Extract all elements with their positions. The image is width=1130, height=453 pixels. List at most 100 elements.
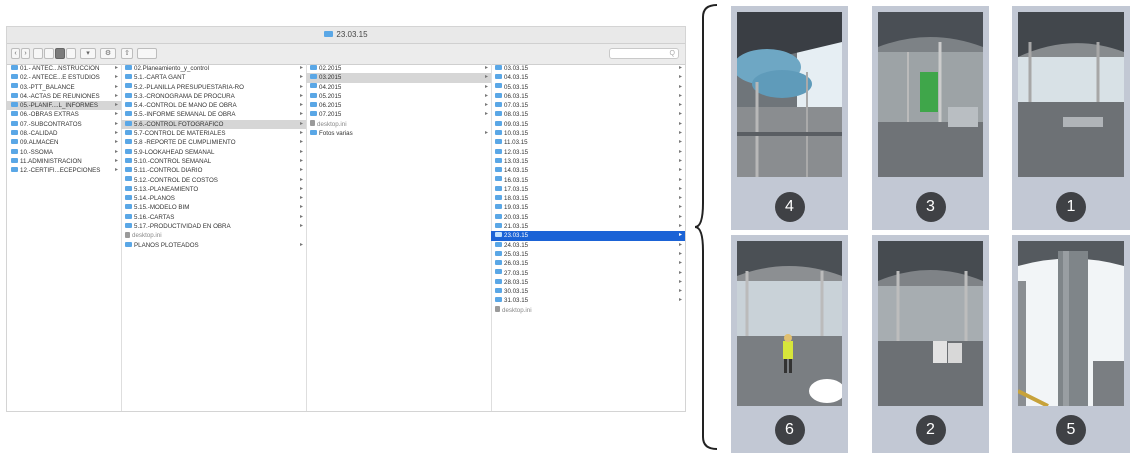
browser-row[interactable]: 02.2015 ▸: [306, 64, 491, 73]
browser-row[interactable]: 12.03.15 ▸: [491, 148, 685, 157]
browser-row[interactable]: 08.03.15 ▸: [491, 110, 685, 119]
browser-row[interactable]: 31.03.15 ▸: [491, 296, 685, 305]
browser-row[interactable]: 5.6.-CONTROL FOTOGRAFICO ▸: [121, 119, 306, 130]
browser-row[interactable]: Fotos varias ▸: [306, 129, 491, 138]
tags-button[interactable]: [137, 48, 157, 59]
browser-row[interactable]: 5.10.-CONTROL SEMANAL ▸: [121, 157, 306, 166]
browser-row-label: 30.03.15: [504, 288, 529, 296]
browser-row[interactable]: 14.03.15 ▸: [491, 166, 685, 175]
browser-row[interactable]: 27.03.15 ▸: [491, 269, 685, 278]
browser-row[interactable]: 03.-PTT_BALANCE ▸: [7, 83, 121, 92]
browser-row[interactable]: 10.03.15 ▸: [491, 129, 685, 138]
browser-column-1[interactable]: 01.- ANTEC...NSTRUCCION ▸ 02.- ANTECE...E …: [7, 64, 122, 411]
browser-row[interactable]: 04.-ACTAS DE REUNIONES ▸: [7, 92, 121, 101]
folder-icon: [11, 139, 18, 145]
browser-row[interactable]: 5.3.-CRONOGRAMA DE PROCURA ▸: [121, 92, 306, 101]
browser-column-3[interactable]: 02.2015 ▸ 03.2015 ▸ 04.2015 ▸ 05.2015 ▸ 06.2015 ▸…: [306, 64, 492, 411]
browser-row[interactable]: 5.13.-PLANEAMIENTO ▸: [121, 185, 306, 194]
browser-row[interactable]: 13.03.15 ▸: [491, 157, 685, 166]
browser-row[interactable]: 08.-CALIDAD ▸: [7, 129, 121, 138]
browser-row[interactable]: 02.Planeamiento_y_control ▸: [121, 64, 306, 73]
browser-column-4[interactable]: 03.03.15 ▸ 04.03.15 ▸ 05.03.15 ▸ 06.03.15 ▸ 07.0…: [491, 64, 685, 411]
browser-row[interactable]: 30.03.15 ▸: [491, 287, 685, 296]
gear-icon[interactable]: ⚙: [100, 48, 116, 59]
arrange-button[interactable]: ▾: [80, 48, 96, 59]
browser-row[interactable]: 5.8 -REPORTE DE CUMPLIMIENTO ▸: [121, 138, 306, 147]
folder-icon: [11, 120, 18, 126]
browser-row[interactable]: 09.ALMACEN ▸: [7, 138, 121, 147]
browser-row[interactable]: 5.1.-CARTA GANT ▸: [121, 73, 306, 82]
browser-row[interactable]: 06.03.15 ▸: [491, 92, 685, 101]
browser-row[interactable]: 5.14.-PLANOS ▸: [121, 194, 306, 203]
disclosure-arrow-icon: ▸: [299, 83, 303, 90]
browser-row[interactable]: 5.4.-CONTROL DE MANO DE OBRA ▸: [121, 101, 306, 110]
browser-row[interactable]: 10.-SSOMA ▸: [7, 148, 121, 157]
browser-row[interactable]: 5.15.-MODELO BIM ▸: [121, 203, 306, 212]
browser-column-2[interactable]: 02.Planeamiento_y_control ▸ 5.1.-CARTA GAN…: [121, 64, 307, 411]
browser-row[interactable]: 19.03.15 ▸: [491, 203, 685, 212]
browser-row[interactable]: 25.03.15 ▸: [491, 250, 685, 259]
site-photo: [878, 12, 983, 177]
browser-row[interactable]: 28.03.15 ▸: [491, 278, 685, 287]
gallery-view-button[interactable]: [66, 48, 76, 59]
browser-row-label: 26.03.15: [504, 260, 529, 268]
browser-row[interactable]: 5.17.-PRODUCTIVIDAD EN OBRA ▸: [121, 222, 306, 231]
browser-row[interactable]: 07.-SUBCONTRATOS ▸: [7, 120, 121, 129]
browser-row[interactable]: 20.03.15 ▸: [491, 213, 685, 222]
browser-row[interactable]: 01.- ANTEC...NSTRUCCION ▸: [7, 64, 121, 73]
browser-row[interactable]: PLANOS PLOTEADOS ▸: [121, 241, 306, 250]
browser-row[interactable]: 24.03.15 ▸: [491, 241, 685, 250]
folder-icon: [495, 297, 502, 303]
browser-row[interactable]: 05.03.15 ▸: [491, 83, 685, 92]
browser-row[interactable]: 04.03.15 ▸: [491, 73, 685, 82]
browser-row[interactable]: 02.- ANTECE...E ESTUDIOS ▸: [7, 73, 121, 82]
browser-row[interactable]: 06.2015 ▸: [306, 101, 491, 110]
list-view-button[interactable]: [44, 48, 54, 59]
browser-row[interactable]: 07.03.15 ▸: [491, 101, 685, 110]
browser-row-label: 05.2015: [319, 92, 342, 100]
share-icon[interactable]: ⇧: [121, 48, 133, 59]
browser-row[interactable]: 04.2015 ▸: [306, 83, 491, 92]
browser-row-label: 20.03.15: [504, 213, 529, 221]
browser-row[interactable]: 03.03.15 ▸: [491, 64, 685, 73]
browser-row[interactable]: 03.2015 ▸: [306, 73, 491, 83]
browser-row[interactable]: 05.-PLANIF....L_INFORMES ▸: [7, 101, 121, 111]
browser-row[interactable]: 5.11.-CONTROL DIARIO ▸: [121, 166, 306, 175]
browser-row[interactable]: 06.-OBRAS EXTRAS ▸: [7, 110, 121, 119]
browser-row[interactable]: desktop.ini: [306, 120, 491, 129]
browser-row[interactable]: 16.03.15 ▸: [491, 176, 685, 185]
browser-row[interactable]: 05.2015 ▸: [306, 92, 491, 101]
browser-row[interactable]: 21.03.15 ▸: [491, 222, 685, 231]
browser-row[interactable]: 5.2.-PLANILLA PRESUPUESTARIA-RO ▸: [121, 83, 306, 92]
browser-row[interactable]: 23.03.15 ▸: [491, 231, 685, 241]
browser-row[interactable]: 07.2015 ▸: [306, 110, 491, 119]
browser-row[interactable]: 5.16.-CARTAS ▸: [121, 213, 306, 222]
browser-row[interactable]: 12.-CERTIFI...ECEPCIONES ▸: [7, 166, 121, 175]
browser-row[interactable]: 5.7-CONTROL DE MATERIALES ▸: [121, 129, 306, 138]
browser-row-label: 23.03.15: [504, 232, 529, 240]
browser-row-label: 5.15.-MODELO BIM: [134, 204, 190, 212]
search-input[interactable]: Q: [609, 48, 679, 59]
browser-row[interactable]: 11.ADMINISTRACION ▸: [7, 157, 121, 166]
browser-row[interactable]: 5.5.-INFORME SEMANAL DE OBRA ▸: [121, 110, 306, 119]
folder-icon: [125, 185, 132, 191]
browser-row[interactable]: 5.9-LOOKAHEAD SEMANAL ▸: [121, 148, 306, 157]
browser-row[interactable]: 17.03.15 ▸: [491, 185, 685, 194]
disclosure-arrow-icon: ▸: [114, 148, 118, 155]
browser-row-label: 09.03.15: [504, 120, 529, 128]
column-view-button[interactable]: [55, 48, 65, 59]
browser-row[interactable]: 5.12.-CONTROL DE COSTOS ▸: [121, 176, 306, 185]
back-button[interactable]: ‹: [11, 48, 20, 59]
browser-row[interactable]: 18.03.15 ▸: [491, 194, 685, 203]
browser-row[interactable]: desktop.ini: [121, 231, 306, 240]
disclosure-arrow-icon: ▸: [114, 111, 118, 118]
icon-view-button[interactable]: [33, 48, 43, 59]
browser-row-label: Fotos varias: [319, 130, 353, 138]
forward-button[interactable]: ›: [21, 48, 30, 59]
browser-row-label: 03.03.15: [504, 65, 529, 72]
browser-row[interactable]: 09.03.15 ▸: [491, 120, 685, 129]
browser-row[interactable]: desktop.ini: [491, 306, 685, 315]
browser-row[interactable]: 26.03.15 ▸: [491, 259, 685, 268]
browser-row[interactable]: 11.03.15 ▸: [491, 138, 685, 147]
folder-icon: [125, 157, 132, 163]
